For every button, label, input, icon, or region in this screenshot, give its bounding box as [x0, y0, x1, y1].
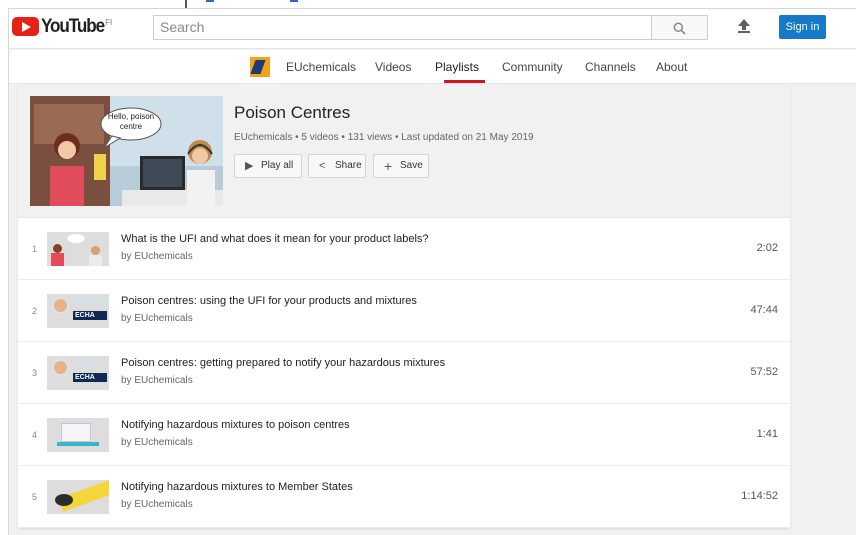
video-thumbnail[interactable]: [47, 232, 109, 266]
video-index: 2: [32, 306, 38, 316]
echa-label: ECHA: [73, 373, 107, 382]
play-all-button[interactable]: ▶ Play all: [234, 154, 302, 178]
video-thumbnail[interactable]: WEBINARS ECHA: [47, 294, 109, 328]
video-duration: 1:14:52: [741, 490, 778, 502]
playlist-video-row[interactable]: 1 What is the UFI and what does it mean …: [18, 218, 790, 280]
video-author: by EUchemicals: [121, 437, 193, 448]
active-tab-indicator: [444, 80, 485, 83]
search-button[interactable]: [652, 15, 708, 40]
video-title[interactable]: Notifying hazardous mixtures to Member S…: [121, 481, 353, 493]
video-author: by EUchemicals: [121, 499, 193, 510]
webinar-label: WEBINARS: [75, 361, 108, 367]
tab-playlists[interactable]: Playlists: [435, 60, 479, 74]
playlist-header: Hello, poison centre Poison Centres EUch…: [18, 84, 790, 218]
video-author: by EUchemicals: [121, 313, 193, 324]
video-title[interactable]: Poison centres: using the UFI for your p…: [121, 295, 417, 307]
top-link-fragment: [206, 0, 214, 2]
tab-videos[interactable]: Videos: [375, 60, 411, 74]
video-author: by EUchemicals: [121, 375, 193, 386]
playlist-meta: EUchemicals • 5 videos • 131 views • Las…: [234, 132, 534, 143]
tab-community[interactable]: Community: [502, 60, 563, 74]
video-title[interactable]: Notifying hazardous mixtures to poison c…: [121, 419, 350, 431]
playlist-thumbnail[interactable]: Hello, poison centre: [30, 96, 223, 206]
upload-icon[interactable]: [737, 19, 751, 33]
video-index: 1: [32, 244, 38, 254]
save-label: Save: [400, 160, 423, 171]
video-thumbnail[interactable]: WEBINARS ECHA: [47, 356, 109, 390]
video-duration: 1:41: [756, 428, 778, 440]
play-icon: ▶: [245, 160, 254, 172]
tab-about[interactable]: About: [656, 60, 687, 74]
video-duration: 2:02: [756, 242, 778, 254]
share-icon: <: [319, 160, 326, 172]
playlist-video-row[interactable]: 3 WEBINARS ECHA Poison centres: getting …: [18, 342, 790, 404]
playlist-video-row[interactable]: 5 Notifying hazardous mixtures to Member…: [18, 466, 790, 528]
logo-text: YouTube: [41, 16, 105, 37]
sign-in-button[interactable]: Sign in: [779, 15, 826, 39]
search-icon: [673, 22, 686, 35]
playlist-card: Hello, poison centre Poison Centres EUch…: [18, 84, 790, 528]
webinar-label: WEBINARS: [75, 299, 108, 305]
video-duration: 57:52: [750, 366, 778, 378]
video-author: by EUchemicals: [121, 251, 193, 262]
channel-name-link[interactable]: EUchemicals: [286, 60, 356, 74]
video-thumbnail[interactable]: [47, 480, 109, 514]
share-label: Share: [335, 160, 362, 171]
playlist-title: Poison Centres: [234, 103, 351, 122]
playlist-video-row[interactable]: 2 WEBINARS ECHA Poison centres: using th…: [18, 280, 790, 342]
share-button[interactable]: < Share: [308, 154, 366, 178]
video-index: 5: [32, 492, 38, 502]
play-all-label: Play all: [261, 160, 294, 171]
plus-icon: +: [384, 158, 393, 174]
tab-channels[interactable]: Channels: [585, 60, 636, 74]
video-title[interactable]: Poison centres: getting prepared to noti…: [121, 357, 445, 369]
youtube-play-icon: [12, 17, 39, 36]
video-duration: 47:44: [750, 304, 778, 316]
video-thumbnail[interactable]: [47, 418, 109, 452]
youtube-logo[interactable]: YouTube FI: [12, 17, 112, 37]
video-index: 4: [32, 430, 38, 440]
playlist-video-row[interactable]: 4 Notifying hazardous mixtures to poison…: [18, 404, 790, 466]
save-button[interactable]: + Save: [373, 154, 429, 178]
search-input[interactable]: Search: [153, 15, 652, 40]
channel-nav: EUchemicals Videos Playlists Community C…: [9, 50, 856, 84]
top-link-fragment: [290, 0, 298, 2]
logo-region: FI: [105, 18, 113, 27]
channel-avatar[interactable]: [250, 57, 270, 77]
echa-label: ECHA: [73, 311, 107, 320]
video-index: 3: [32, 368, 38, 378]
speech-bubble-text: Hello, poison centre: [107, 112, 155, 131]
video-title[interactable]: What is the UFI and what does it mean fo…: [121, 233, 429, 245]
